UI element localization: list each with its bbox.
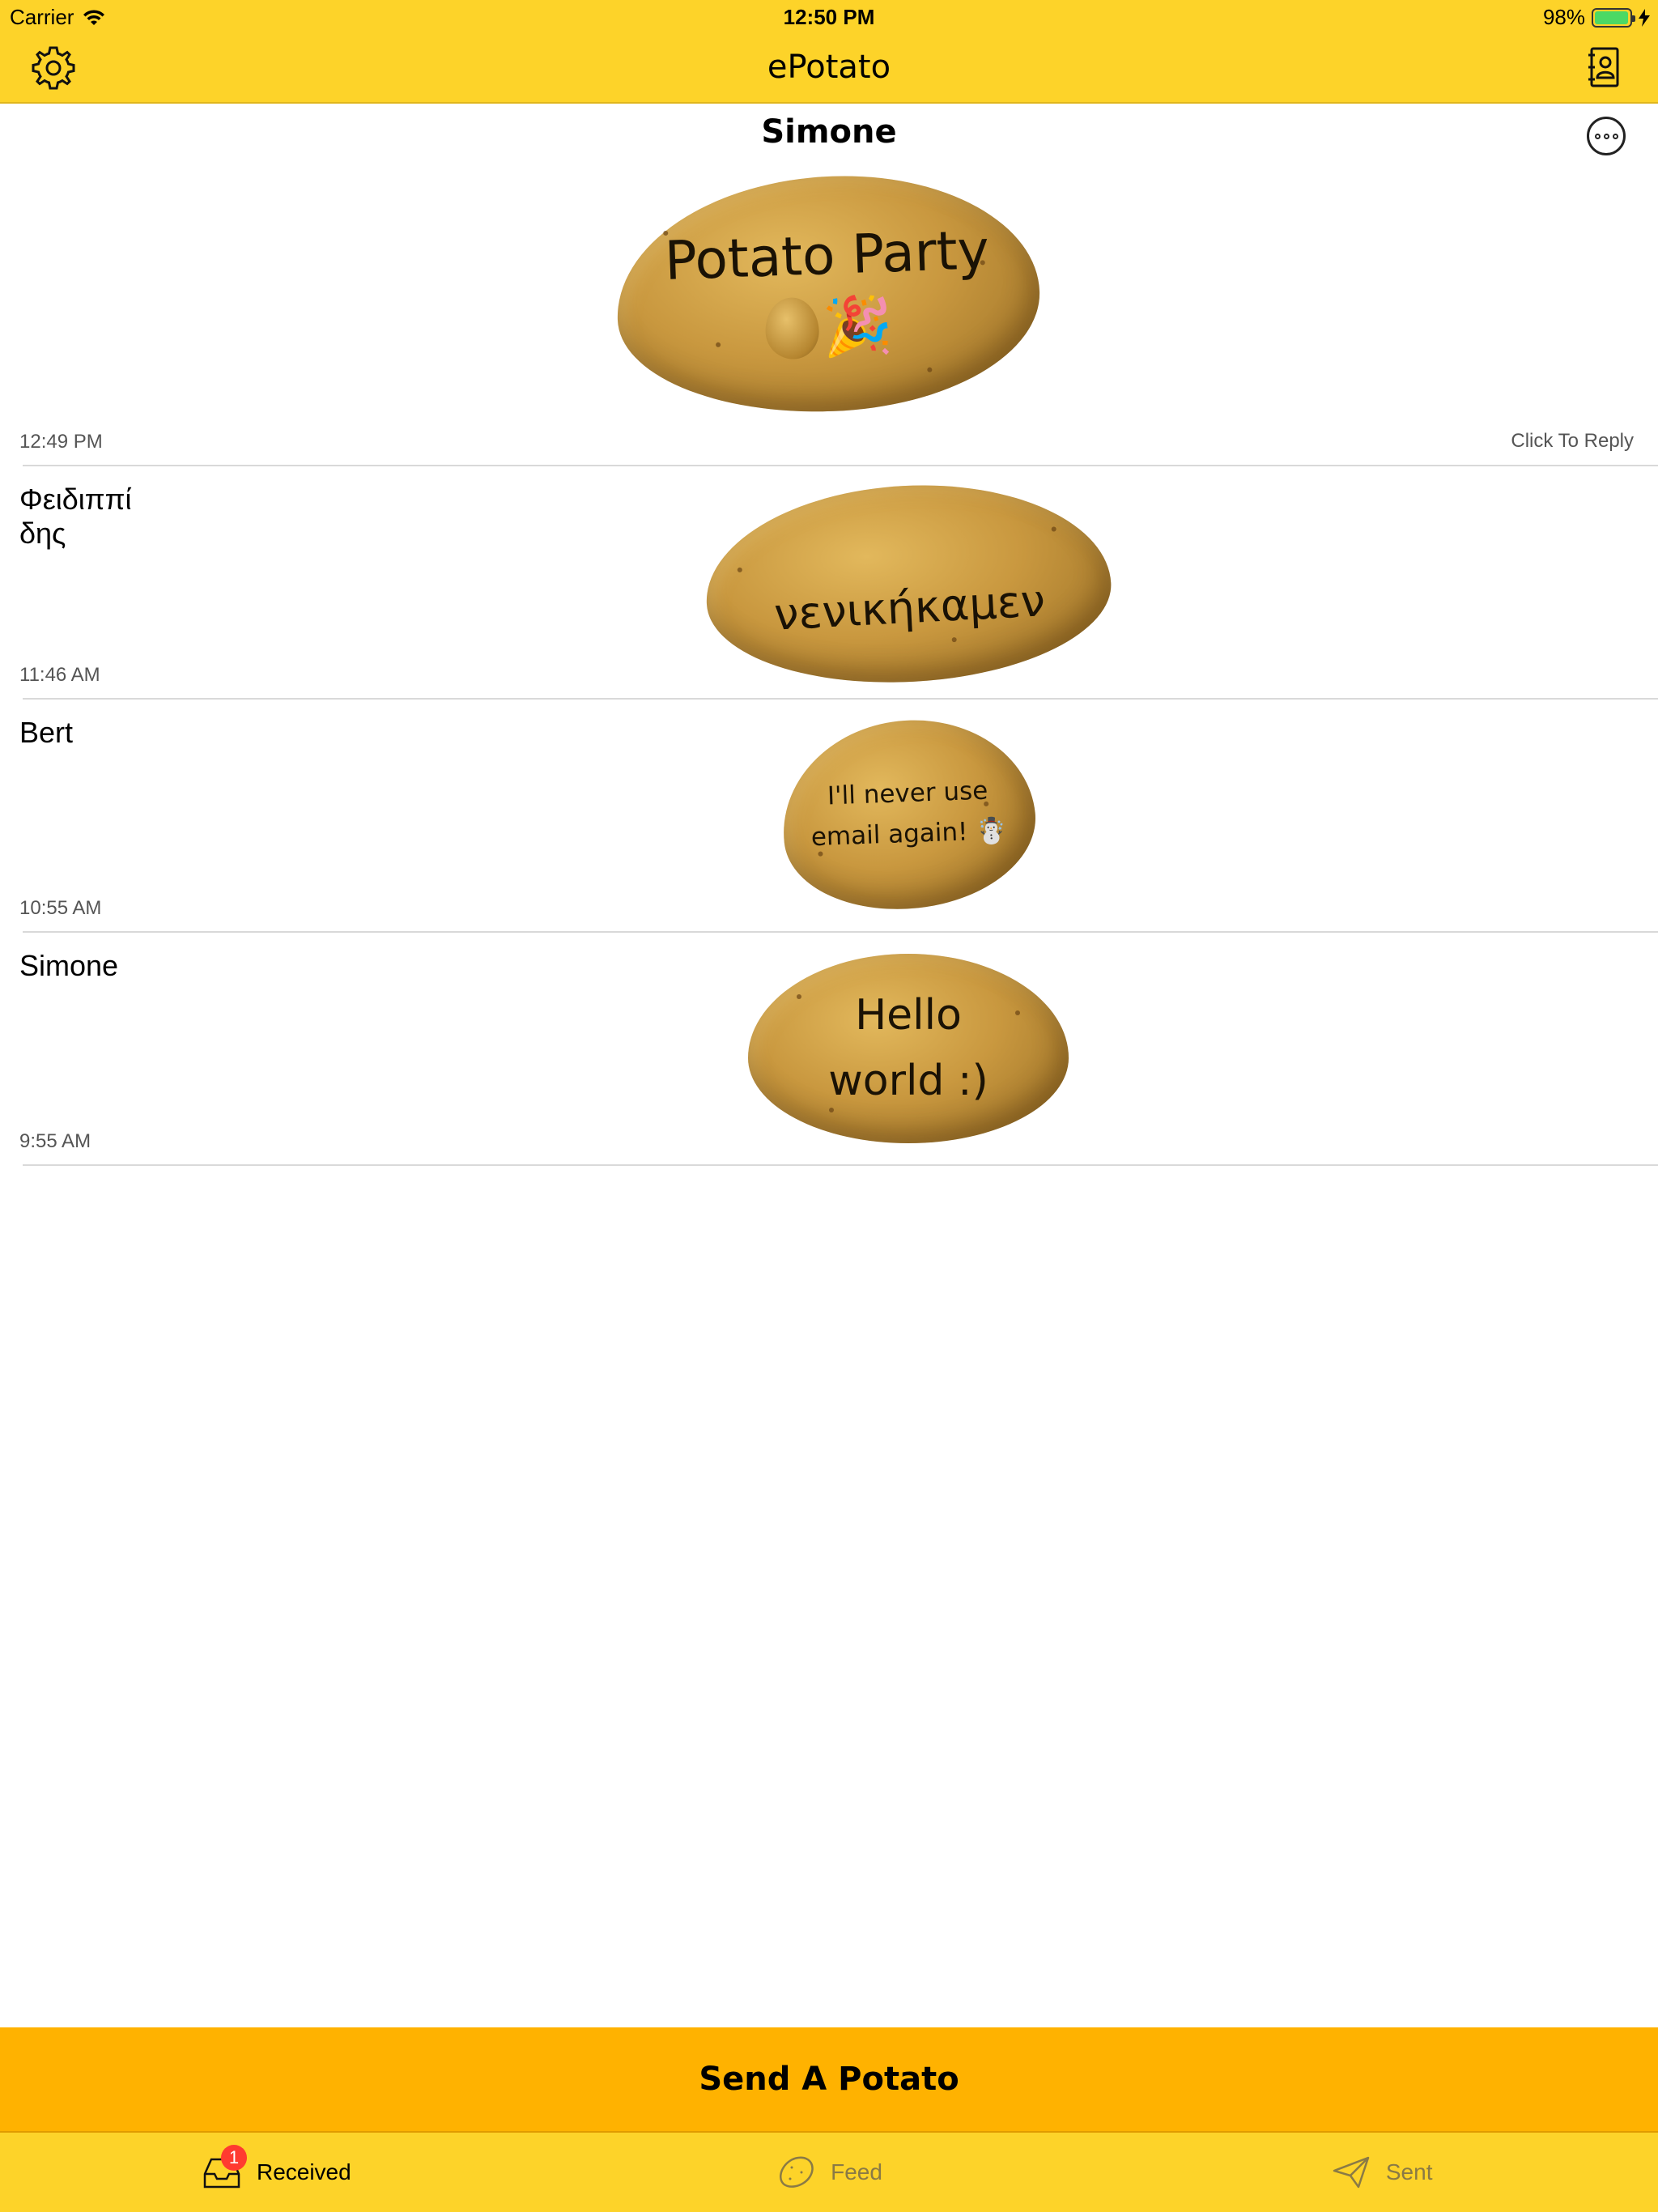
message-potato-text: νενικήκαμεν	[772, 574, 1047, 640]
message-time: 11:46 AM	[19, 664, 100, 686]
featured-potato-emoji-row: 🎉	[764, 291, 894, 363]
status-time: 12:50 PM	[783, 5, 875, 29]
status-right: 98%	[1543, 5, 1650, 30]
featured-sender-name: Simone	[761, 113, 897, 151]
more-options-icon[interactable]	[1587, 117, 1626, 155]
navigation-bar: ePotato	[0, 32, 1658, 104]
unread-badge: 1	[220, 2145, 247, 2171]
message-potato-text: Hello world :)	[828, 983, 988, 1113]
received-list: Simone Potato Party 🎉 12:49 PM Click To …	[0, 105, 1658, 2027]
send-button-label: Send A Potato	[699, 2061, 959, 2098]
message-potato-text-line: world :)	[828, 1057, 988, 1105]
charging-bolt-icon	[1639, 8, 1650, 27]
battery-fill	[1595, 11, 1629, 24]
battery-percent: 98%	[1542, 5, 1585, 29]
featured-time: 12:49 PM	[19, 431, 103, 453]
message-sender: Simone	[19, 949, 119, 982]
featured-potato-text: Potato Party	[663, 219, 990, 293]
inbox-tray-icon-wrap: 1	[202, 2145, 247, 2190]
message-potato-text: I'll never use email again! ☃️	[809, 771, 1007, 858]
featured-potato[interactable]: Potato Party 🎉	[613, 168, 1044, 419]
potato-outline-icon	[780, 2156, 814, 2188]
message-potato-text-line: Hello	[855, 991, 962, 1040]
message-potato-text-line: email again! ☃️	[810, 815, 1008, 853]
status-bar: Carrier 12:50 PM 98%	[0, 0, 1658, 32]
tab-bar: 1 Received Feed Sent	[0, 2133, 1658, 2212]
message-time: 10:55 AM	[19, 897, 102, 919]
message-sender: Bert	[19, 716, 74, 749]
party-popper-icon: 🎉	[821, 291, 895, 361]
tab-sent[interactable]: Sent	[1105, 2133, 1658, 2212]
message-time: 9:55 AM	[19, 1130, 91, 1152]
tab-received[interactable]: 1 Received	[0, 2133, 553, 2212]
message-potato-text-line: I'll never use	[827, 776, 988, 811]
divider	[23, 1164, 1658, 1166]
tab-label: Sent	[1385, 2159, 1433, 2184]
app-title: ePotato	[767, 49, 891, 86]
tab-label: Feed	[831, 2159, 882, 2184]
tab-feed[interactable]: Feed	[553, 2133, 1106, 2212]
tab-label: Received	[256, 2159, 351, 2184]
battery-icon	[1592, 7, 1635, 28]
paper-plane-icon	[1333, 2156, 1370, 2189]
potato-emoji-icon	[764, 296, 821, 360]
contacts-book-icon[interactable]	[1580, 44, 1629, 92]
message-sender: Φειδιππί δης	[19, 483, 132, 550]
click-to-reply-link[interactable]: Click To Reply	[1511, 430, 1634, 453]
send-a-potato-button[interactable]: Send A Potato	[0, 2027, 1658, 2133]
